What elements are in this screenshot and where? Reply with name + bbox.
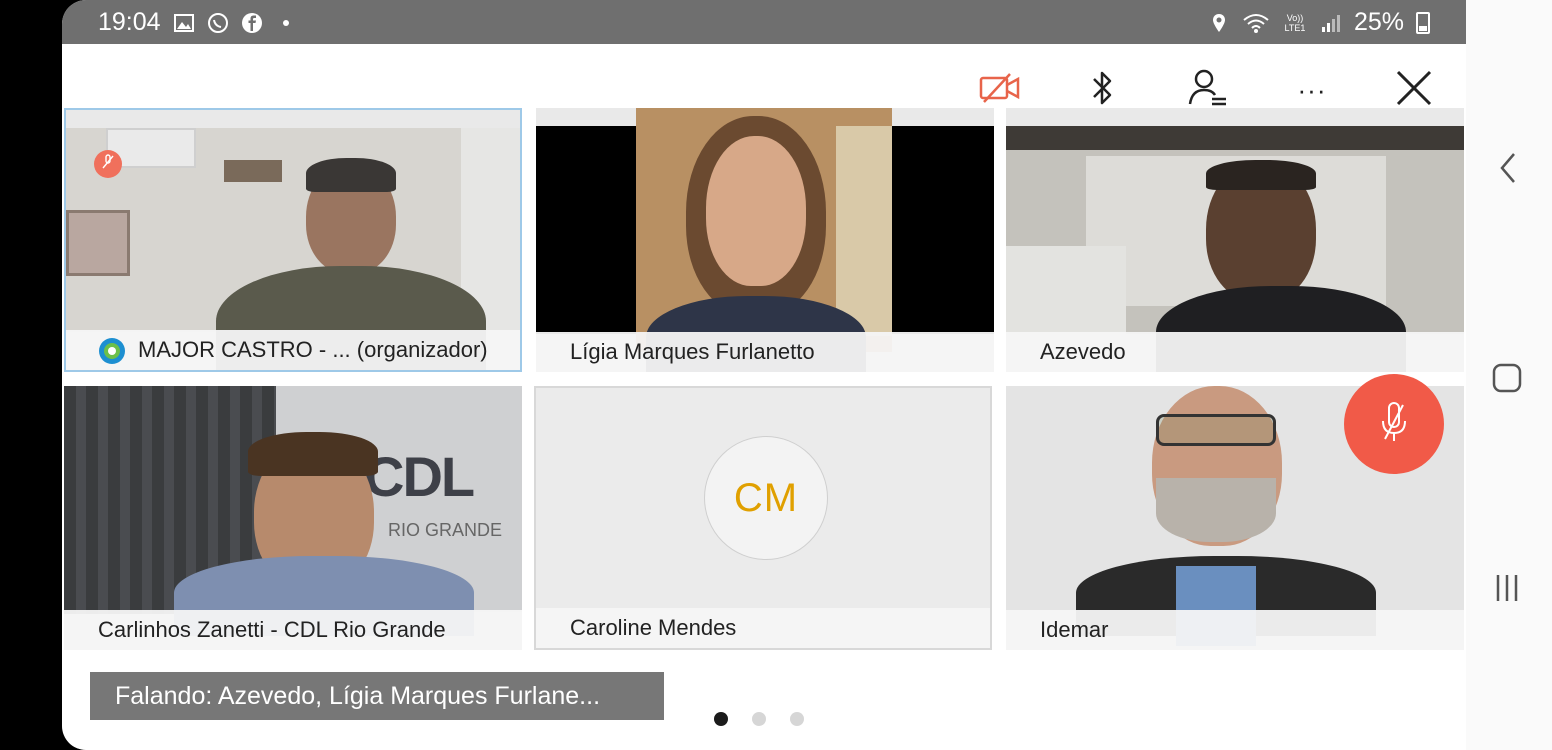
page-dot[interactable] xyxy=(790,712,804,726)
participant-tile[interactable]: CM Caroline Mendes xyxy=(534,386,992,650)
participant-name: Lígia Marques Furlanetto xyxy=(570,339,815,364)
recents-button[interactable] xyxy=(1492,570,1522,606)
wifi-icon xyxy=(1242,12,1270,34)
participant-name: Caroline Mendes xyxy=(570,615,737,640)
participant-name: Idemar xyxy=(1040,617,1109,642)
bluetooth-button[interactable] xyxy=(1078,66,1126,114)
battery-percent: 25% xyxy=(1353,8,1404,36)
meeting-screen: 19:04 Vo)) LTE1 25% ··· MAJOR CASTRO - .… xyxy=(62,0,1466,750)
participant-video xyxy=(66,128,520,370)
mute-button[interactable] xyxy=(1344,374,1444,474)
participant-name: Carlinhos Zanetti - CDL Rio Grande xyxy=(98,617,446,642)
participant-namebar: Lígia Marques Furlanetto xyxy=(536,332,994,372)
participants-button[interactable] xyxy=(1184,66,1232,114)
page-dot[interactable] xyxy=(714,712,728,726)
notification-dot-icon xyxy=(282,19,289,26)
bluetooth-icon xyxy=(1088,68,1116,113)
backdrop-logo-subtext: RIO GRANDE xyxy=(388,520,503,540)
participant-namebar: Idemar xyxy=(1006,610,1464,650)
volte-lte-icon: Vo)) LTE1 xyxy=(1284,12,1306,33)
system-nav-bar xyxy=(1466,0,1552,750)
signal-icon xyxy=(1320,12,1342,34)
more-options-button[interactable]: ··· xyxy=(1288,66,1336,114)
participant-tile[interactable]: Azevedo xyxy=(1006,108,1464,372)
more-options-icon: ··· xyxy=(1297,74,1327,105)
whatsapp-icon xyxy=(207,12,229,34)
avatar: CM xyxy=(704,436,828,560)
back-icon xyxy=(1494,153,1524,190)
home-button[interactable] xyxy=(1492,362,1522,394)
participant-video xyxy=(536,108,994,372)
close-meeting-button[interactable] xyxy=(1390,66,1438,114)
participant-namebar: Azevedo xyxy=(1006,332,1464,372)
participant-tile[interactable]: Lígia Marques Furlanetto xyxy=(536,108,994,372)
muted-indicator xyxy=(94,150,122,178)
microphone-muted-icon xyxy=(101,153,115,175)
location-icon xyxy=(1208,12,1230,34)
home-icon xyxy=(1492,363,1522,398)
backdrop-logo-text: CDL xyxy=(364,445,475,508)
active-speaker-banner: Falando: Azevedo, Lígia Marques Furlane.… xyxy=(90,672,664,720)
participant-name: MAJOR CASTRO - ... (organizador) xyxy=(138,337,488,362)
clock: 19:04 xyxy=(98,8,161,36)
microphone-muted-icon xyxy=(1377,399,1411,450)
participant-video: CDL RIO GRANDE xyxy=(64,386,522,636)
battery-icon xyxy=(1416,11,1430,34)
participant-namebar: MAJOR CASTRO - ... (organizador) xyxy=(66,330,520,370)
camera-off-icon xyxy=(978,70,1022,111)
status-bar: 19:04 Vo)) LTE1 25% xyxy=(62,0,1466,44)
close-icon xyxy=(1394,68,1434,113)
active-speaker-text: Falando: Azevedo, Lígia Marques Furlane.… xyxy=(115,681,601,710)
avatar-initials: CM xyxy=(733,475,799,520)
page-dot[interactable] xyxy=(752,712,766,726)
gallery-icon xyxy=(173,12,195,34)
camera-toggle-button[interactable] xyxy=(976,66,1024,114)
page-indicator[interactable] xyxy=(714,712,804,726)
back-button[interactable] xyxy=(1494,150,1524,186)
participant-namebar: Caroline Mendes xyxy=(536,608,990,648)
recents-icon xyxy=(1492,575,1522,610)
participant-namebar: Carlinhos Zanetti - CDL Rio Grande xyxy=(64,610,522,650)
participant-video xyxy=(1006,126,1464,372)
participant-name: Azevedo xyxy=(1040,339,1126,364)
participant-tile[interactable]: MAJOR CASTRO - ... (organizador) xyxy=(64,108,522,372)
facebook-icon xyxy=(241,12,263,34)
webex-logo-icon xyxy=(98,337,126,370)
participant-tile[interactable]: CDL RIO GRANDE Carlinhos Zanetti - CDL R… xyxy=(64,386,522,650)
